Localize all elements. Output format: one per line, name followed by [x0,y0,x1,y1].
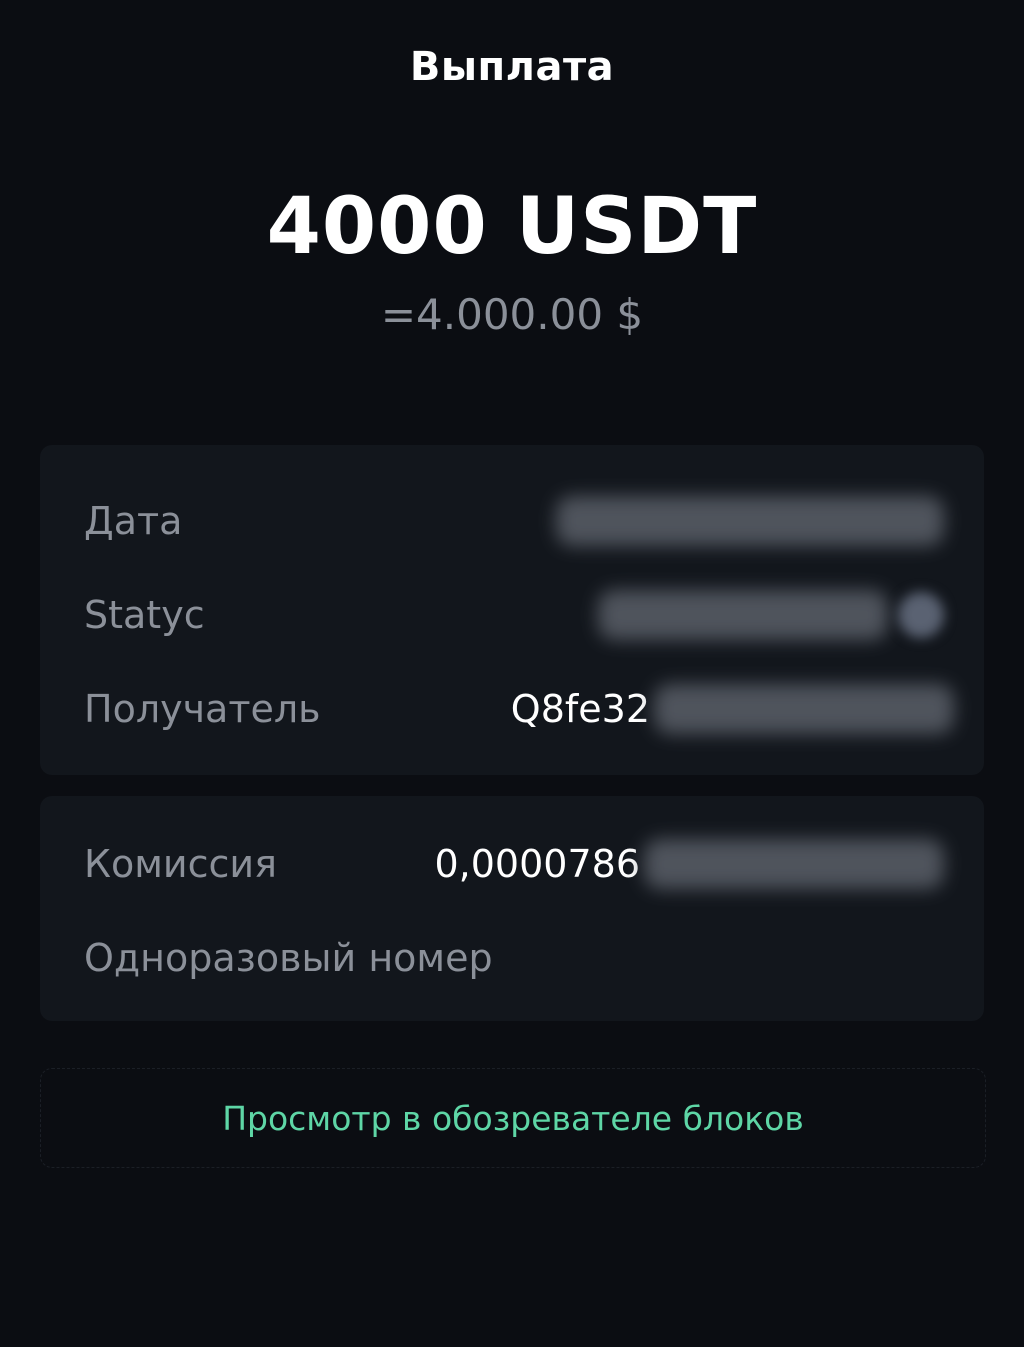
recipient-address-visible: Q8fe32 [510,687,650,731]
redacted-block [556,496,944,546]
nonce-label: Одноразовый номер [84,936,493,980]
view-in-block-explorer-link[interactable]: Просмотр в обозревателе блоков [40,1068,986,1168]
recipient-value[interactable]: Q8fe32 [511,684,954,734]
date-row: Дата [84,491,944,551]
amount-fiat: =4.000.00 $ [380,290,644,339]
commission-label: Комиссия [84,842,277,886]
redacted-block [644,839,944,889]
status-value-redacted [598,590,944,640]
page-title: Выплата [409,44,615,90]
status-indicator-icon [898,592,944,638]
commission-value: 0,0000786 [434,839,944,889]
amount-crypto: 4000 USDT [266,182,758,272]
nonce-row: Одноразовый номер [84,928,944,988]
withdrawal-screen: Выплата 4000 USDT =4.000.00 $ Дата Staty… [0,0,1024,1347]
recipient-row: Получатель Q8fe32 [84,679,954,739]
status-row: Statyc [84,585,944,645]
commission-row: Комиссия 0,0000786 [84,834,944,894]
recipient-label: Получатель [84,687,321,731]
details-card: Дата Statyc Получатель Q8fe32 [40,445,984,775]
date-label: Дата [84,499,183,543]
commission-amount-visible: 0,0000786 [434,842,641,886]
date-value-redacted [556,496,944,546]
redacted-block [654,684,954,734]
fee-card: Комиссия 0,0000786 Одноразовый номер [40,796,984,1021]
status-label: Statyc [84,593,205,637]
redacted-block [598,590,888,640]
